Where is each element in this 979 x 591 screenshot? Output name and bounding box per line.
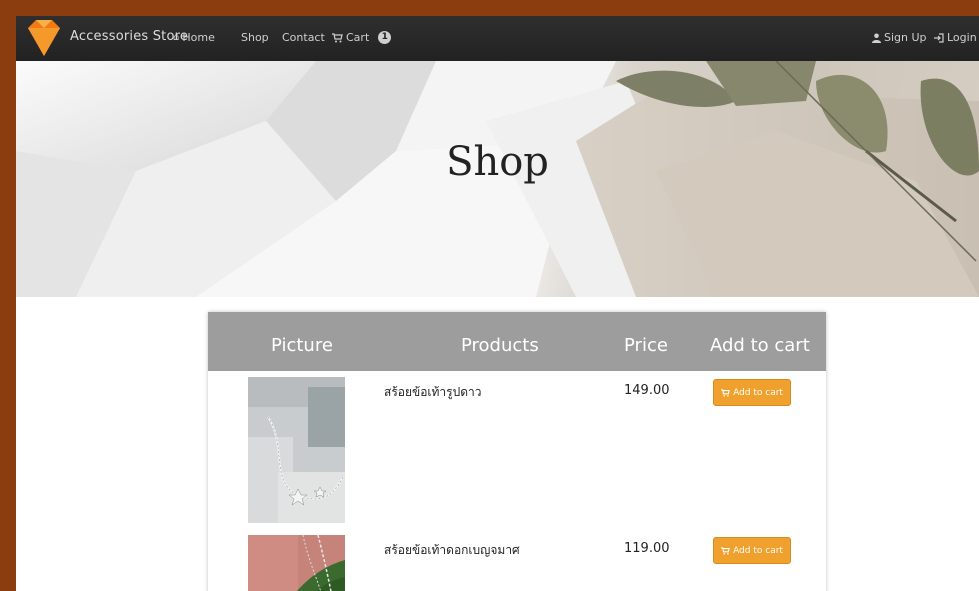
product-price: 119.00 — [624, 541, 670, 556]
product-image[interactable] — [248, 377, 345, 523]
browser-frame: Accessories Store ⌂ Home Shop Contact Ca… — [16, 16, 979, 591]
header-add-to-cart: Add to cart — [710, 335, 810, 356]
star-anklet-image — [248, 377, 345, 523]
nav-cart-label: Cart — [346, 31, 370, 44]
nav-shop-label: Shop — [241, 31, 269, 44]
nav-home-link[interactable]: ⌂ Home — [173, 31, 215, 44]
add-to-cart-button[interactable]: Add to cart — [713, 379, 791, 406]
flower-anklet-image — [248, 535, 345, 591]
header-picture: Picture — [271, 335, 333, 356]
cart-icon — [721, 388, 730, 397]
signup-label: Sign Up — [884, 31, 927, 44]
hero-banner: Shop — [16, 61, 979, 297]
diamond-logo-icon[interactable] — [24, 18, 64, 58]
cart-count-badge: 1 — [378, 31, 392, 44]
user-icon — [872, 33, 881, 43]
add-to-cart-button[interactable]: Add to cart — [713, 537, 791, 564]
login-icon — [934, 32, 944, 43]
product-image[interactable] — [248, 535, 345, 591]
navbar: Accessories Store ⌂ Home Shop Contact Ca… — [16, 16, 979, 62]
cart-icon — [332, 32, 343, 42]
product-table: Picture Products Price Add to cart สร้อย… — [208, 312, 826, 591]
home-icon: ⌂ — [173, 32, 180, 43]
add-to-cart-label: Add to cart — [733, 387, 783, 398]
product-name: สร้อยข้อเท้าดอกเบญจมาศ — [384, 543, 520, 557]
login-label: Login — [947, 31, 977, 44]
table-header: Picture Products Price Add to cart — [208, 312, 826, 371]
add-to-cart-label: Add to cart — [733, 545, 783, 556]
header-products: Products — [461, 335, 539, 356]
signup-link[interactable]: Sign Up — [872, 31, 927, 44]
product-name: สร้อยข้อเท้ารูปดาว — [384, 385, 482, 399]
cart-icon — [721, 546, 730, 555]
nav-contact-link[interactable]: Contact — [282, 31, 325, 44]
login-link[interactable]: Login — [934, 31, 977, 44]
table-row: สร้อยข้อเท้ารูปดาว 149.00 Add to cart — [208, 371, 826, 529]
nav-home-label: Home — [182, 31, 215, 44]
product-price: 149.00 — [624, 383, 670, 398]
nav-contact-label: Contact — [282, 31, 325, 44]
table-row: สร้อยข้อเท้าดอกเบญจมาศ 119.00 Add to car… — [208, 529, 826, 591]
hero-title: Shop — [446, 139, 549, 185]
header-price: Price — [624, 335, 668, 356]
brand-name[interactable]: Accessories Store — [70, 29, 188, 44]
nav-cart-link[interactable]: Cart 1 — [332, 31, 392, 44]
nav-shop-link[interactable]: Shop — [241, 31, 269, 44]
